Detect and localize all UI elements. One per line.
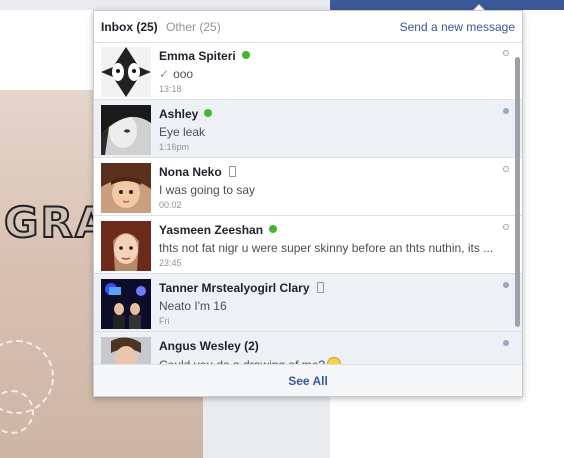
- message-item[interactable]: Emma Spiteri ✓ ooo 13:18: [94, 42, 522, 100]
- mark-as-read-icon[interactable]: [503, 108, 509, 114]
- avatar: [101, 47, 151, 97]
- message-snippet: Eye leak: [159, 125, 206, 139]
- send-new-message-link[interactable]: Send a new message: [400, 20, 515, 34]
- messages-footer: See All: [94, 364, 522, 396]
- online-status-icon: [241, 51, 250, 59]
- message-item[interactable]: Yasmeen Zeeshan thts not fat nigr u were…: [94, 216, 522, 274]
- online-status-icon: [269, 225, 278, 233]
- see-all-link[interactable]: See All: [94, 374, 522, 388]
- message-item[interactable]: Nona Neko I was going to say 00:02: [94, 158, 522, 216]
- message-snippet: Neato I'm 16: [159, 299, 227, 313]
- message-item[interactable]: Tanner Mrstealyogirl Clary Neato I'm 16 …: [94, 274, 522, 332]
- sender-name: Emma Spiteri: [159, 49, 250, 63]
- message-time: 23:45: [159, 258, 182, 268]
- message-item[interactable]: Angus Wesley (2) Could you do a drawing …: [94, 332, 522, 366]
- message-item[interactable]: Ashley Eye leak 1:16pm: [94, 100, 522, 158]
- sender-name: Tanner Mrstealyogirl Clary: [159, 281, 324, 295]
- message-snippet: I was going to say: [159, 183, 256, 197]
- message-snippet: ✓ ooo: [159, 67, 194, 81]
- mark-as-read-icon[interactable]: [503, 166, 509, 172]
- message-time: 00:02: [159, 200, 182, 210]
- mobile-status-icon: [228, 166, 236, 177]
- sender-name: Ashley: [159, 107, 213, 121]
- message-snippet: thts not fat nigr u were super skinny be…: [159, 241, 494, 255]
- message-list-scrollbar[interactable]: [515, 57, 520, 327]
- avatar: [101, 163, 151, 213]
- sender-name: Angus Wesley (2): [159, 339, 259, 353]
- sent-check-icon: ✓: [159, 67, 170, 81]
- mobile-status-icon: [316, 282, 324, 293]
- avatar: [101, 337, 151, 366]
- sender-name: Yasmeen Zeeshan: [159, 223, 278, 237]
- avatar: [101, 221, 151, 271]
- avatar: [101, 105, 151, 155]
- message-time: Fri: [159, 316, 170, 326]
- sender-name: Nona Neko: [159, 165, 236, 179]
- avatar: [101, 279, 151, 329]
- tab-other[interactable]: Other (25): [166, 20, 221, 34]
- message-time: 13:18: [159, 84, 182, 94]
- messages-header: Inbox (25) Other (25) Send a new message: [94, 11, 522, 43]
- tab-inbox[interactable]: Inbox (25): [101, 20, 158, 34]
- message-time: 1:16pm: [159, 142, 190, 152]
- mark-as-read-icon[interactable]: [503, 50, 509, 56]
- message-list: Emma Spiteri ✓ ooo 13:18 Ashley Eye leak …: [94, 42, 522, 366]
- online-status-icon: [204, 109, 213, 117]
- mark-as-read-icon[interactable]: [503, 224, 509, 230]
- mark-as-read-icon[interactable]: [503, 340, 509, 346]
- messages-dropdown: Inbox (25) Other (25) Send a new message…: [93, 10, 523, 397]
- mark-as-read-icon[interactable]: [503, 282, 509, 288]
